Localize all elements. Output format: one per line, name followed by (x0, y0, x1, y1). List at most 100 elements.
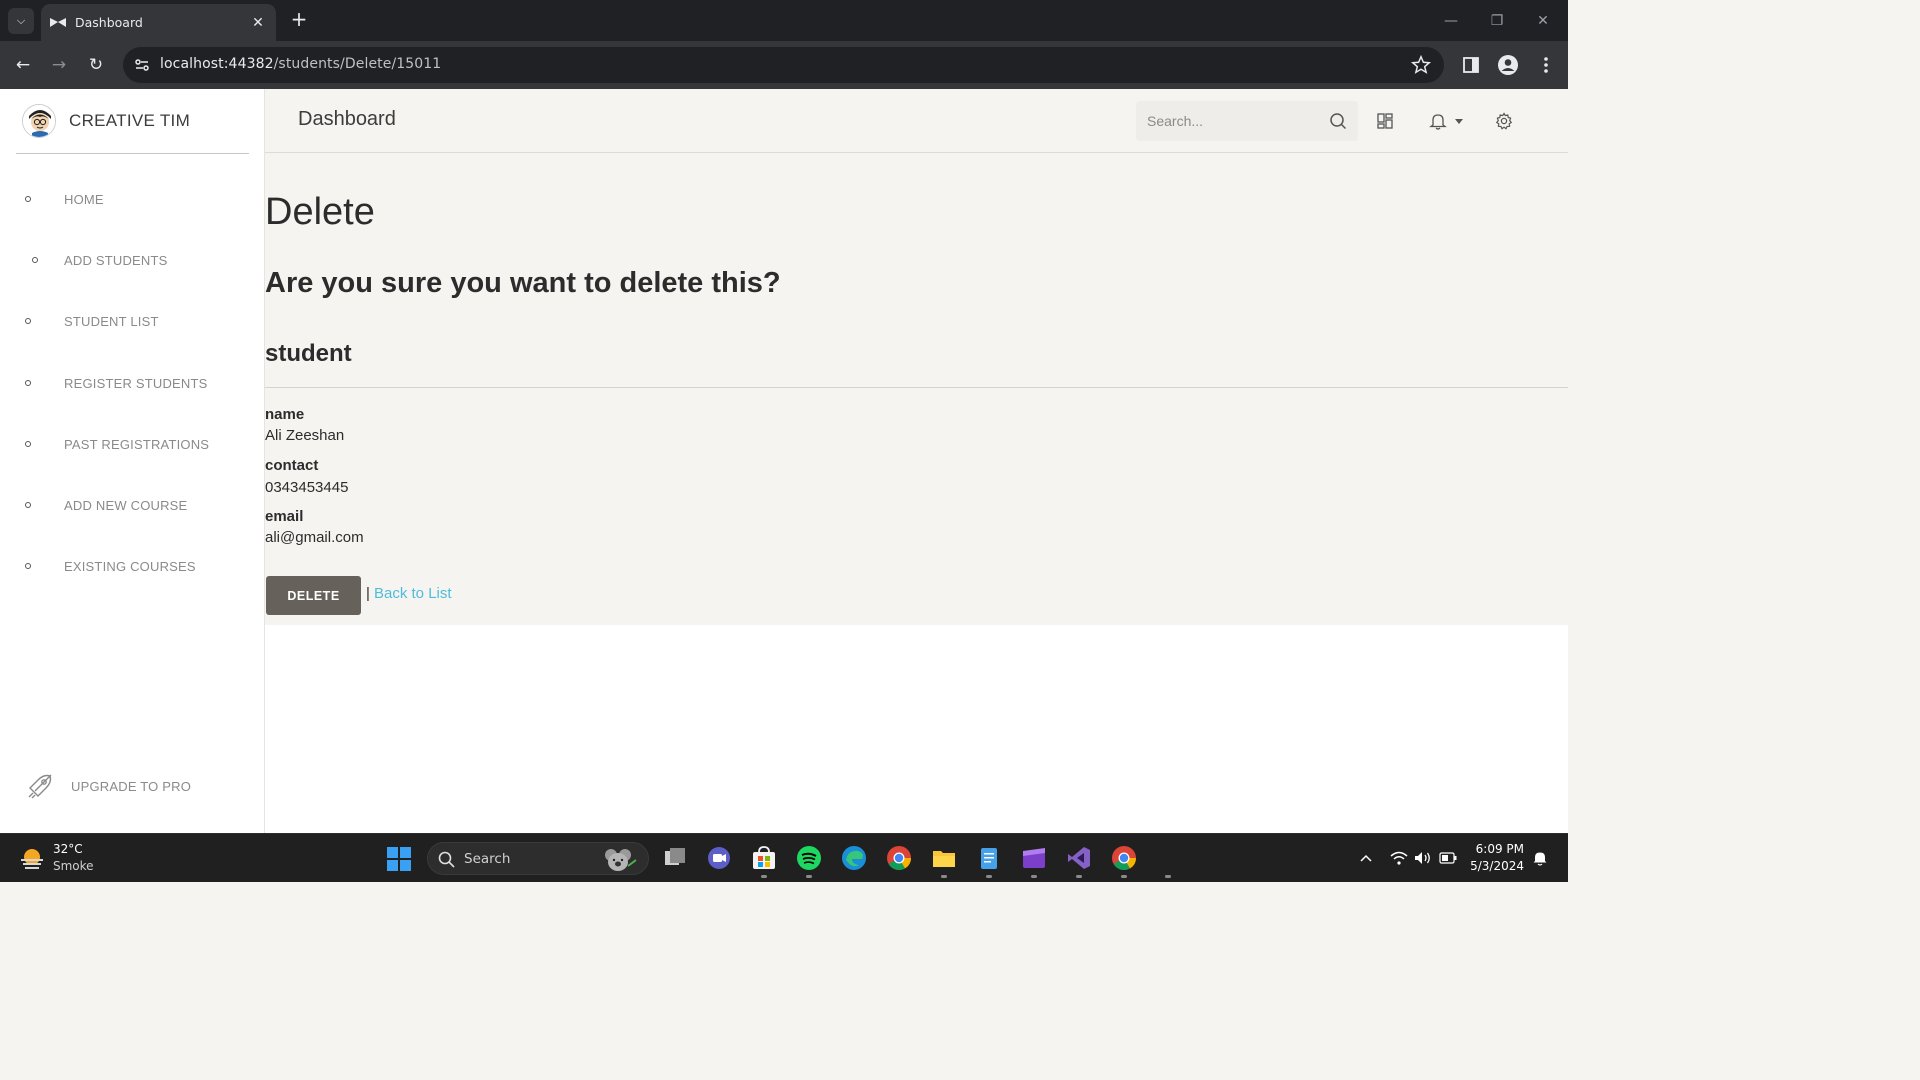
sidebar: CREATIVE TIM HOME ADD STUDENTS STUDENT L… (0, 89, 265, 833)
teams-meet-icon[interactable] (705, 844, 733, 872)
browser-tab[interactable]: Dashboard ✕ (41, 4, 276, 41)
running-indicator (1165, 875, 1171, 878)
windows-start-icon[interactable] (386, 846, 412, 872)
file-explorer-icon[interactable] (930, 844, 958, 872)
edge-icon[interactable] (840, 844, 868, 872)
browser-toolbar: ← → ↻ localhost:44382/students/Delete/15… (0, 41, 1568, 89)
clock-date[interactable]: 5/3/2024 (1470, 859, 1524, 873)
close-window-icon[interactable]: ✕ (1520, 0, 1566, 41)
search-input[interactable] (1136, 101, 1321, 141)
browser-menu-icon[interactable] (1535, 54, 1557, 76)
sidebar-item-home[interactable]: HOME (0, 179, 265, 219)
gear-icon[interactable] (1494, 111, 1514, 131)
field-value-email: ali@gmail.com (265, 529, 364, 546)
running-indicator (761, 875, 767, 878)
running-indicator (986, 875, 992, 878)
running-indicator (1121, 875, 1127, 878)
weather-icon[interactable] (18, 844, 46, 872)
sidebar-item-label: REGISTER STUDENTS (64, 375, 208, 391)
url-host: localhost:44382 (160, 56, 274, 72)
upgrade-to-pro-link[interactable]: UPGRADE TO PRO (26, 771, 246, 801)
reload-icon[interactable]: ↻ (82, 51, 110, 79)
sidebar-item-label: STUDENT LIST (64, 313, 159, 329)
bell-icon[interactable] (1428, 111, 1448, 131)
sidebar-item-past-registrations[interactable]: PAST REGISTRATIONS (0, 424, 265, 464)
chrome-active-icon[interactable] (1110, 844, 1138, 872)
tab-search-dropdown-icon[interactable]: ⌵ (8, 8, 34, 34)
koala-search-highlight-icon (598, 846, 638, 873)
field-value-name: Ali Zeeshan (265, 427, 345, 444)
rocket-icon (26, 772, 54, 800)
sidebar-item-student-list[interactable]: STUDENT LIST (0, 301, 265, 341)
field-label-contact: contact (265, 457, 319, 474)
tab-close-icon[interactable]: ✕ (246, 15, 270, 31)
bullet-icon (25, 441, 31, 447)
tab-title: Dashboard (75, 15, 143, 30)
running-indicator (1076, 875, 1082, 878)
apps-grid-icon[interactable] (1375, 111, 1395, 131)
restore-icon[interactable]: ❐ (1474, 0, 1520, 41)
taskbar-search[interactable]: Search (427, 842, 649, 875)
tab-favicon-icon (50, 17, 66, 28)
bullet-icon (32, 257, 38, 263)
confirm-question: Are you sure you want to delete this? (265, 267, 781, 299)
task-view-icon[interactable] (661, 844, 689, 872)
brand-name: CREATIVE TIM (69, 111, 191, 130)
bullet-icon (25, 502, 31, 508)
battery-icon[interactable] (1438, 848, 1458, 868)
entity-title: student (265, 340, 352, 367)
back-icon[interactable]: ← (9, 51, 37, 79)
bookmark-star-icon[interactable] (1410, 54, 1432, 76)
volume-icon[interactable] (1413, 848, 1433, 868)
page-heading: Delete (265, 191, 375, 233)
minimize-icon[interactable]: — (1428, 0, 1474, 41)
url-path: /students/Delete/15011 (273, 56, 442, 72)
sidebar-item-label: HOME (64, 191, 104, 207)
bullet-icon (25, 380, 31, 386)
running-indicator (806, 875, 812, 878)
sidebar-item-add-new-course[interactable]: ADD NEW COURSE (0, 485, 265, 525)
visual-studio-icon[interactable] (1065, 844, 1093, 872)
field-value-contact: 0343453445 (265, 479, 349, 496)
search-icon (438, 851, 455, 868)
divider (265, 387, 1568, 388)
profile-icon[interactable] (1497, 54, 1519, 76)
clipchamp-icon[interactable] (1020, 844, 1048, 872)
sidebar-item-register-students[interactable]: REGISTER STUDENTS (0, 363, 265, 403)
address-bar[interactable]: localhost:44382/students/Delete/15011 (123, 47, 1444, 83)
search-icon[interactable] (1329, 112, 1347, 130)
side-panel-icon[interactable] (1460, 54, 1482, 76)
sidebar-item-label: PAST REGISTRATIONS (64, 436, 210, 452)
bullet-icon (25, 196, 31, 202)
forward-icon[interactable]: → (45, 51, 73, 79)
taskbar-search-label: Search (464, 851, 511, 867)
show-hidden-icons-icon[interactable] (1356, 848, 1376, 868)
delete-button[interactable]: DELETE (266, 576, 361, 615)
new-tab-icon[interactable]: + (287, 8, 311, 32)
page-background (265, 625, 1568, 833)
site-info-icon[interactable] (133, 56, 151, 74)
notification-bell-icon[interactable] (1530, 848, 1550, 868)
caret-down-icon[interactable] (1453, 111, 1465, 131)
bullet-icon (25, 318, 31, 324)
upgrade-label: UPGRADE TO PRO (71, 778, 192, 794)
page-title[interactable]: Dashboard (298, 108, 396, 131)
url-text: localhost:44382/students/Delete/15011 (160, 56, 441, 72)
wifi-icon[interactable] (1389, 848, 1409, 868)
clock-time[interactable]: 6:09 PM (1476, 842, 1524, 856)
microsoft-store-icon[interactable] (750, 844, 778, 872)
chrome-icon[interactable] (885, 844, 913, 872)
back-to-list-link[interactable]: Back to List (374, 585, 452, 602)
top-navbar: Dashboard (265, 89, 1568, 153)
search-box (1136, 101, 1358, 141)
brand-logo-icon (22, 104, 56, 138)
running-indicator (941, 875, 947, 878)
sidebar-item-existing-courses[interactable]: EXISTING COURSES (0, 546, 265, 586)
bullet-icon (25, 563, 31, 569)
spotify-icon[interactable] (795, 844, 823, 872)
brand[interactable]: CREATIVE TIM (16, 89, 249, 154)
sidebar-item-add-students[interactable]: ADD STUDENTS (0, 240, 265, 280)
main-content: Delete Are you sure you want to delete t… (265, 154, 1568, 625)
sidebar-item-label: EXISTING COURSES (64, 558, 196, 574)
notepad-icon[interactable] (975, 844, 1003, 872)
